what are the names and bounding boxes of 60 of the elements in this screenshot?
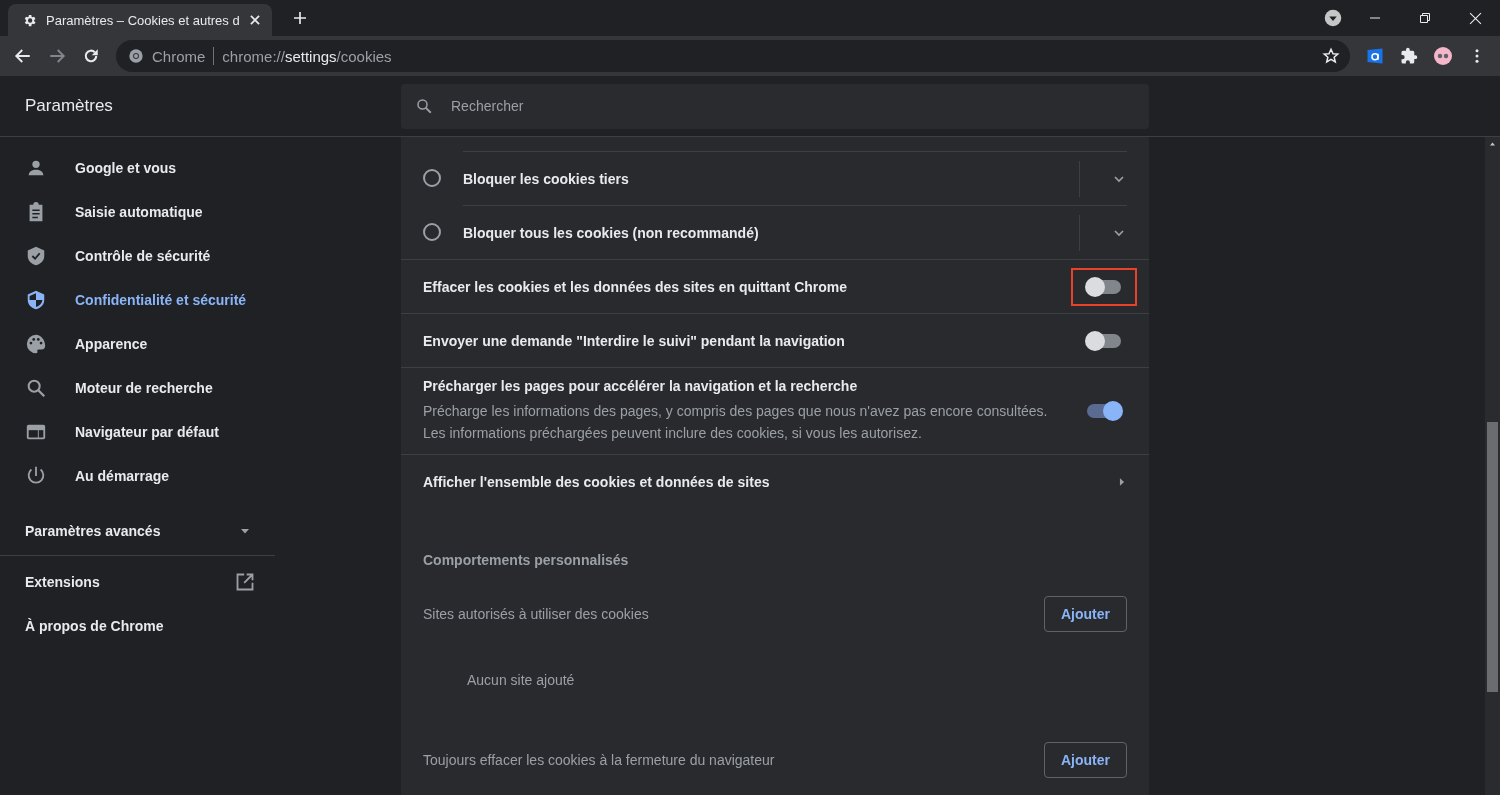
back-arrow-icon[interactable] bbox=[14, 47, 32, 65]
tab-search-icon[interactable] bbox=[1324, 9, 1342, 27]
section-heading: Comportements personnalisés bbox=[423, 552, 629, 568]
radio-label: Bloquer les cookies tiers bbox=[463, 170, 630, 187]
sidebar-item[interactable]: Navigateur par défaut bbox=[0, 410, 275, 454]
sidebar-item[interactable]: Apparence bbox=[0, 322, 275, 366]
shield-icon bbox=[25, 289, 47, 311]
url-text: chrome://settings/cookies bbox=[222, 47, 393, 65]
shield-check-icon bbox=[25, 245, 47, 267]
sidebar-item[interactable]: Confidentialité et sécurité bbox=[0, 278, 275, 322]
empty-list-text: Aucun site ajouté bbox=[467, 672, 575, 688]
chrome-logo-icon bbox=[128, 48, 144, 64]
puzzle-icon[interactable] bbox=[1400, 47, 1418, 65]
toggle-switch[interactable] bbox=[1087, 333, 1121, 348]
sidebar-item[interactable]: Au démarrage bbox=[0, 454, 275, 498]
setting-label: Effacer les cookies et les données des sites en quittant Chrome bbox=[423, 278, 849, 295]
avatar-icon[interactable] bbox=[1434, 47, 1452, 65]
caret-right-icon bbox=[1117, 476, 1127, 487]
radio-label: Bloquer tous les cookies (non recommandé) bbox=[463, 224, 760, 241]
toggle-switch[interactable] bbox=[1087, 404, 1121, 418]
setting-label: Envoyer une demande "Interdire le suivi" pendant la navigation bbox=[423, 332, 846, 349]
add-button[interactable]: Ajouter bbox=[1044, 742, 1127, 778]
sidebar-item[interactable]: Contrôle de sécurité bbox=[0, 234, 275, 278]
tab-title: Paramètres – Cookies et autres d bbox=[46, 12, 239, 28]
scrollbar[interactable] bbox=[1485, 137, 1500, 795]
browser-tab[interactable]: Paramètres – Cookies et autres d bbox=[8, 4, 272, 36]
sidebar-item[interactable]: Saisie automatique bbox=[0, 190, 275, 234]
origin-label: Chrome bbox=[152, 47, 206, 65]
external-link-icon bbox=[235, 572, 255, 592]
radio-button[interactable] bbox=[423, 223, 441, 241]
advanced-settings-toggle[interactable]: Paramètres avancés bbox=[0, 506, 275, 556]
setting-description: Précharge les informations des pages, y compris des pages que nous n'avez pas encore consultées. Les informations préchargées peuvent inclure des cookies, si vous les autorisez. bbox=[423, 402, 1049, 443]
close-icon[interactable] bbox=[248, 13, 262, 27]
list-label: Sites autorisés à utiliser des cookies bbox=[423, 606, 649, 622]
sidebar-link[interactable]: Extensions bbox=[0, 560, 275, 604]
scrollbar-thumb[interactable] bbox=[1487, 422, 1498, 692]
radio-button[interactable] bbox=[423, 169, 441, 187]
new-tab-icon[interactable] bbox=[292, 10, 308, 26]
sidebar-item[interactable]: Moteur de recherche bbox=[0, 366, 275, 410]
reload-icon[interactable] bbox=[82, 47, 100, 65]
list-label: Toujours effacer les cookies à la fermeture du navigateur bbox=[423, 752, 775, 768]
forward-arrow-icon[interactable] bbox=[48, 47, 66, 65]
address-bar[interactable]: Chrome chrome://settings/cookies bbox=[116, 40, 1350, 72]
star-icon[interactable] bbox=[1322, 47, 1340, 65]
settings-link-row[interactable]: Afficher l'ensemble des cookies et données de sites bbox=[401, 454, 1149, 508]
add-button[interactable]: Ajouter bbox=[1044, 596, 1127, 632]
close-icon[interactable] bbox=[1468, 11, 1482, 25]
search-icon bbox=[25, 377, 47, 399]
gear-icon bbox=[22, 12, 37, 28]
search-icon bbox=[415, 97, 433, 115]
toggle-switch[interactable] bbox=[1087, 279, 1121, 294]
page-title: Paramètres bbox=[24, 96, 114, 116]
palette-icon bbox=[25, 333, 47, 355]
restore-icon[interactable] bbox=[1419, 12, 1431, 24]
sidebar-link[interactable]: À propos de Chrome bbox=[0, 604, 275, 648]
link-label: Afficher l'ensemble des cookies et données de sites bbox=[423, 473, 771, 490]
extension-badge-icon[interactable] bbox=[1366, 47, 1384, 65]
sidebar-item[interactable]: Google et vous bbox=[0, 146, 275, 190]
advanced-settings-label: Paramètres avancés bbox=[25, 522, 161, 539]
setting-label: Précharger les pages pour accélérer la navigation et la recherche bbox=[423, 378, 859, 394]
